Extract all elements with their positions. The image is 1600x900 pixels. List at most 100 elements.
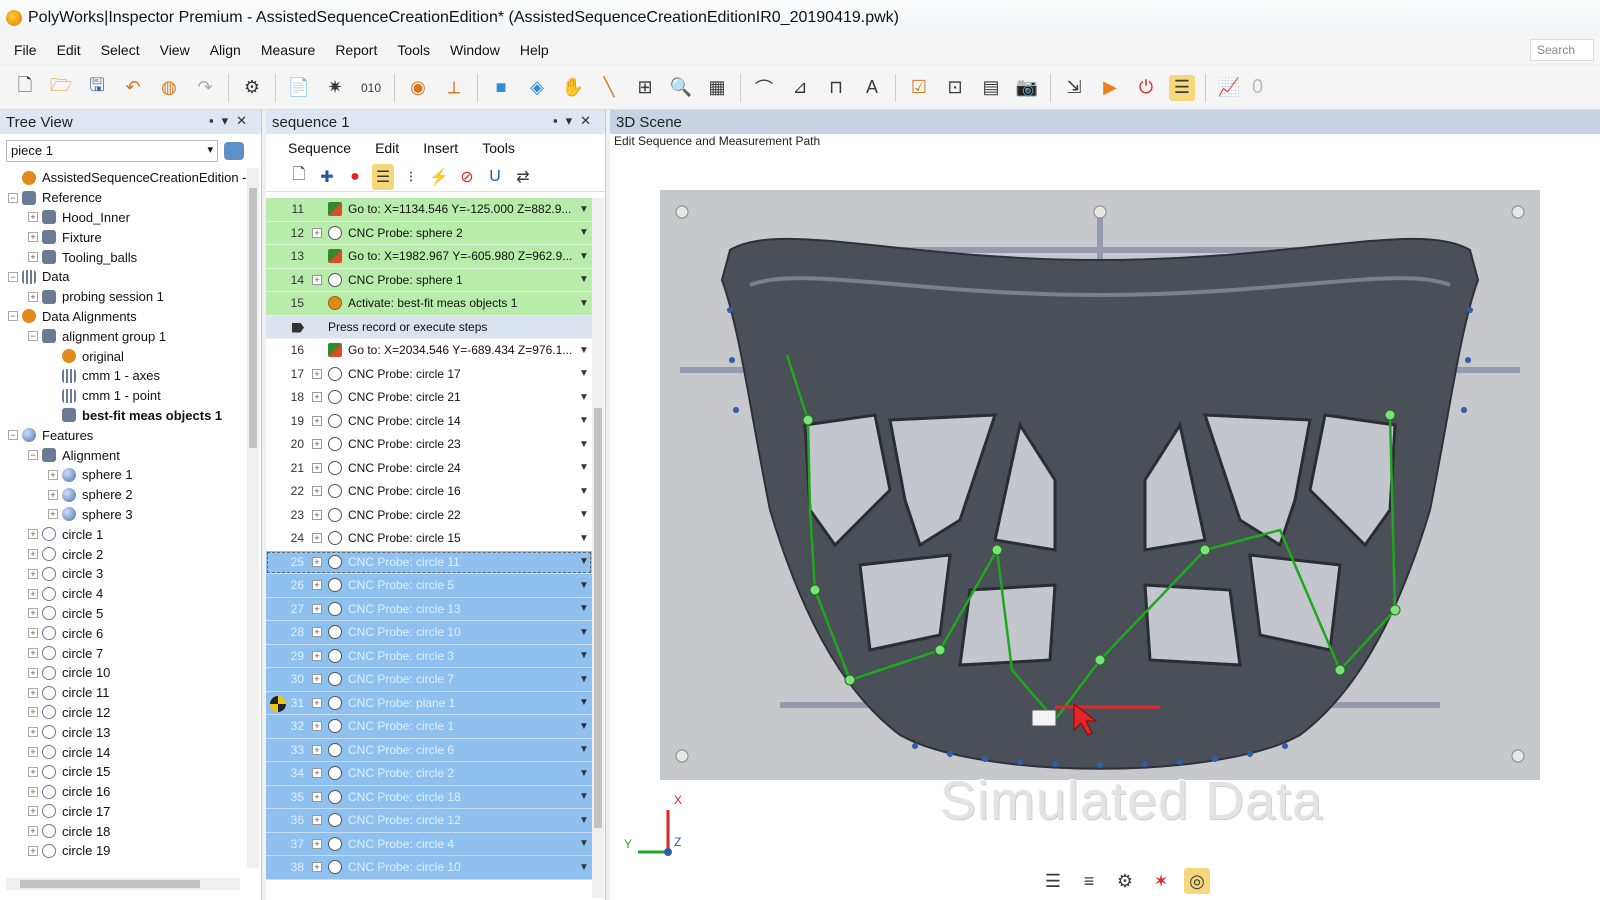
tree-item[interactable]: + circle 18 bbox=[0, 821, 250, 841]
tree-item[interactable]: + Hood_Inner bbox=[0, 208, 250, 228]
expand-icon[interactable]: + bbox=[28, 667, 38, 678]
step-dropdown-icon[interactable]: ▼ bbox=[576, 603, 592, 614]
sequence-step[interactable]: 26 + CNC Probe: circle 5 ▼ bbox=[266, 574, 592, 598]
sequence-step[interactable]: 15 Activate: best-fit meas objects 1 ▼ bbox=[266, 292, 592, 316]
step-dropdown-icon[interactable]: ▼ bbox=[576, 439, 592, 450]
sequence-step[interactable]: 28 + CNC Probe: circle 10 ▼ bbox=[266, 621, 592, 645]
run-icon[interactable]: ⚡ bbox=[428, 164, 450, 190]
tree-item[interactable]: + circle 12 bbox=[0, 703, 250, 723]
sequence-list-icon[interactable]: ☰ bbox=[372, 163, 394, 190]
step-dropdown-icon[interactable]: ▼ bbox=[576, 768, 592, 779]
step-dropdown-icon[interactable]: ▼ bbox=[576, 204, 592, 215]
tree-item[interactable]: − Reference bbox=[0, 188, 250, 208]
expand-icon[interactable]: + bbox=[312, 862, 322, 873]
step-dropdown-icon[interactable]: ▼ bbox=[576, 298, 592, 309]
chart-icon[interactable]: 📈 bbox=[1216, 75, 1242, 101]
seq-menu-tools[interactable]: Tools bbox=[482, 140, 515, 156]
step-dropdown-icon[interactable]: ▼ bbox=[576, 556, 592, 567]
tree-item[interactable]: − Data Alignments bbox=[0, 307, 250, 327]
sequence-step[interactable]: 36 + CNC Probe: circle 12 ▼ bbox=[266, 809, 592, 833]
sphere-tool-icon[interactable]: ◉ bbox=[405, 75, 431, 101]
tree-item[interactable]: cmm 1 - axes bbox=[0, 366, 250, 386]
expand-icon[interactable]: + bbox=[312, 768, 322, 779]
sequence-step[interactable]: 27 + CNC Probe: circle 13 ▼ bbox=[266, 597, 592, 621]
expand-icon[interactable]: + bbox=[312, 603, 322, 614]
panel-controls[interactable]: ▪▾✕ bbox=[553, 113, 599, 129]
sequence-step[interactable]: 21 + CNC Probe: circle 24 ▼ bbox=[266, 456, 592, 480]
digits-icon[interactable]: 010 bbox=[358, 75, 384, 101]
expand-icon[interactable]: + bbox=[312, 227, 322, 238]
expand-icon[interactable]: + bbox=[312, 556, 322, 567]
save-icon[interactable]: 🖫 bbox=[84, 75, 110, 101]
tree-item[interactable]: + circle 4 bbox=[0, 584, 250, 604]
sequence-step[interactable]: 29 + CNC Probe: circle 3 ▼ bbox=[266, 644, 592, 668]
sequence-step[interactable]: 33 + CNC Probe: circle 6 ▼ bbox=[266, 738, 592, 762]
settings-icon[interactable]: ⚙ bbox=[239, 75, 265, 101]
menu-align[interactable]: Align bbox=[210, 42, 241, 58]
grid-icon[interactable]: ▤ bbox=[978, 75, 1004, 101]
seq-menu-edit[interactable]: Edit bbox=[375, 140, 399, 156]
expand-icon[interactable]: + bbox=[312, 509, 322, 520]
tree-hscrollbar[interactable] bbox=[6, 878, 240, 890]
step-dropdown-icon[interactable]: ▼ bbox=[576, 697, 592, 708]
expand-icon[interactable]: + bbox=[28, 212, 38, 223]
add-icon[interactable]: ✚ bbox=[316, 164, 338, 190]
expand-icon[interactable]: + bbox=[28, 766, 38, 777]
expand-icon[interactable]: + bbox=[28, 588, 38, 599]
expand-icon[interactable]: + bbox=[28, 845, 38, 856]
expand-icon[interactable]: + bbox=[48, 489, 58, 500]
tree-item[interactable]: + sphere 3 bbox=[0, 505, 250, 525]
record-prompt-row[interactable]: Press record or execute steps bbox=[266, 315, 592, 339]
tree-item[interactable]: original bbox=[0, 346, 250, 366]
record-icon[interactable]: ● bbox=[344, 164, 366, 190]
step-dropdown-icon[interactable]: ▼ bbox=[576, 674, 592, 685]
new-step-icon[interactable]: 🗋 bbox=[288, 164, 310, 190]
collapse-icon[interactable]: − bbox=[8, 271, 18, 282]
tree-item[interactable]: − alignment group 1 bbox=[0, 326, 250, 346]
expand-icon[interactable]: + bbox=[28, 628, 38, 639]
scroll-thumb[interactable] bbox=[20, 880, 200, 888]
tree-item[interactable]: best-fit meas objects 1 bbox=[0, 406, 250, 426]
menu-tools[interactable]: Tools bbox=[397, 42, 430, 58]
step-dropdown-icon[interactable]: ▼ bbox=[576, 862, 592, 873]
seq-menu-sequence[interactable]: Sequence bbox=[288, 140, 351, 156]
tree-item[interactable]: + circle 2 bbox=[0, 544, 250, 564]
tree-item[interactable]: + circle 15 bbox=[0, 762, 250, 782]
swap-icon[interactable]: ⇄ bbox=[512, 164, 534, 190]
sequence-step[interactable]: 23 + CNC Probe: circle 22 ▼ bbox=[266, 503, 592, 527]
report-icon[interactable]: 📄 bbox=[286, 75, 312, 101]
sequence-step[interactable]: 32 + CNC Probe: circle 1 ▼ bbox=[266, 715, 592, 739]
expand-icon[interactable]: + bbox=[28, 549, 38, 560]
tree-vscrollbar[interactable] bbox=[247, 168, 259, 868]
step-dropdown-icon[interactable]: ▼ bbox=[576, 580, 592, 591]
tree-item[interactable]: + circle 7 bbox=[0, 643, 250, 663]
sequence-step[interactable]: 25 + CNC Probe: circle 11 ▼ bbox=[266, 550, 592, 574]
panel-controls[interactable]: ▪▾✕ bbox=[209, 113, 255, 129]
probe-icon[interactable]: ✷ bbox=[322, 75, 348, 101]
play-icon[interactable]: ▶ bbox=[1097, 75, 1123, 101]
path-edit-icon[interactable]: ✶ bbox=[1148, 868, 1174, 894]
tree-item[interactable]: + circle 1 bbox=[0, 524, 250, 544]
stop-icon[interactable]: ⏻ bbox=[1133, 75, 1159, 101]
menu-select[interactable]: Select bbox=[101, 42, 140, 58]
tree-item[interactable]: + circle 14 bbox=[0, 742, 250, 762]
expand-icon[interactable]: + bbox=[28, 252, 38, 263]
expand-icon[interactable]: + bbox=[312, 392, 322, 403]
camera-icon[interactable]: 📷 bbox=[1014, 75, 1040, 101]
tree-item[interactable]: + circle 3 bbox=[0, 564, 250, 584]
sequence-step[interactable]: 20 + CNC Probe: circle 23 ▼ bbox=[266, 433, 592, 457]
step-dropdown-icon[interactable]: ▼ bbox=[576, 462, 592, 473]
expand-icon[interactable]: + bbox=[28, 568, 38, 579]
expand-icon[interactable]: + bbox=[28, 291, 38, 302]
collapse-icon[interactable]: − bbox=[8, 430, 18, 441]
text-icon[interactable]: A bbox=[859, 75, 885, 101]
collapse-icon[interactable]: − bbox=[8, 192, 18, 203]
step-dropdown-icon[interactable]: ▼ bbox=[576, 650, 592, 661]
tree-item[interactable]: + circle 16 bbox=[0, 782, 250, 802]
scan-icon[interactable]: ◈ bbox=[524, 75, 550, 101]
seq-menu-insert[interactable]: Insert bbox=[423, 140, 458, 156]
sequence-step[interactable]: 38 + CNC Probe: circle 10 ▼ bbox=[266, 856, 592, 880]
expand-icon[interactable]: + bbox=[312, 838, 322, 849]
sequence-step[interactable]: 18 + CNC Probe: circle 21 ▼ bbox=[266, 386, 592, 410]
expand-icon[interactable]: + bbox=[312, 439, 322, 450]
